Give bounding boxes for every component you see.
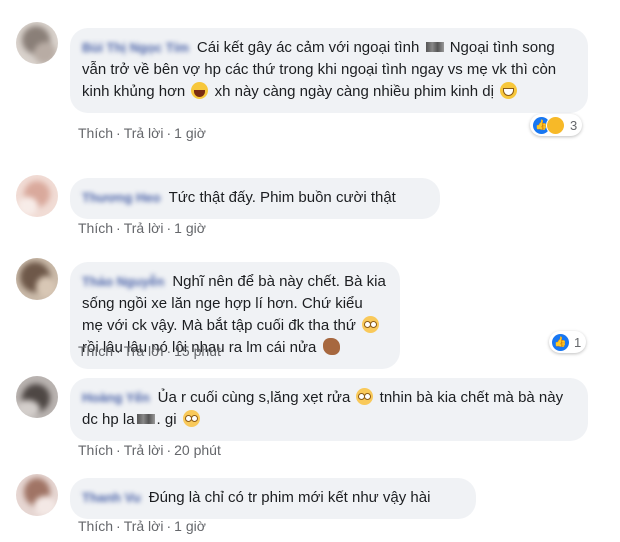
comment-text: Đúng là chỉ có tr phim mới kết như vậy h…	[148, 489, 431, 506]
avatar[interactable]	[16, 22, 58, 64]
reply-link[interactable]: Trả lời	[124, 220, 164, 236]
avatar[interactable]	[16, 258, 58, 300]
commenter-name[interactable]: Hoàng Yến	[82, 387, 150, 409]
commenter-name[interactable]: Bùi Thị Ngọc Tím	[82, 37, 189, 59]
like-link[interactable]: Thích	[78, 125, 113, 141]
comment-bubble: Thương Heo Tức thật đấy. Phim buồn cười t…	[70, 178, 440, 219]
like-link[interactable]: Thích	[78, 518, 113, 534]
reaction-count: 1	[574, 334, 582, 350]
timestamp[interactable]: 1 giờ	[174, 220, 206, 236]
commenter-name[interactable]: Thanh Vu	[82, 487, 141, 509]
monkey-emoji-icon	[322, 338, 340, 355]
timestamp[interactable]: 1 giờ	[174, 518, 206, 534]
comment-text: Tức thật đấy. Phim buồn cười thật	[168, 189, 396, 206]
commenter-name[interactable]: Thảo Nguyễn	[82, 271, 164, 293]
censored-text	[136, 414, 155, 424]
reply-link[interactable]: Trả lời	[124, 343, 164, 359]
like-reaction-icon: 👍	[552, 333, 569, 351]
like-link[interactable]: Thích	[78, 343, 113, 359]
comment-actions: Thích · Trả lời · 1 giờ	[78, 518, 206, 534]
comment-bubble: Hoàng Yến Ủa r cuối cùng s,lăng xẹt rửa t…	[70, 378, 588, 441]
avatar[interactable]	[16, 474, 58, 516]
commenter-name[interactable]: Thương Heo	[82, 187, 161, 209]
flushed-emoji-icon	[362, 316, 380, 333]
haha-reaction-icon	[546, 115, 565, 135]
reaction-summary[interactable]: 👍 1	[549, 331, 587, 353]
flushed-emoji-icon	[356, 388, 374, 405]
comment-actions: Thích · Trả lời · 15 phút	[78, 343, 221, 359]
like-link[interactable]: Thích	[78, 220, 113, 236]
laughing-emoji-icon	[191, 82, 209, 99]
avatar[interactable]	[16, 175, 58, 217]
like-link[interactable]: Thích	[78, 442, 113, 458]
grinning-emoji-icon	[500, 82, 518, 99]
timestamp[interactable]: 20 phút	[174, 442, 221, 458]
comment-bubble: Bùi Thị Ngọc Tím Cái kết gây ác cảm với n…	[70, 28, 588, 113]
reply-link[interactable]: Trả lời	[124, 442, 164, 458]
censored-text	[425, 42, 444, 52]
timestamp[interactable]: 1 giờ	[174, 125, 206, 141]
comment-actions: Thích · Trả lời · 1 giờ	[78, 125, 206, 141]
comment-text: . gi	[156, 411, 177, 428]
comment-text: xh này càng ngày càng nhiều phim kinh dị	[214, 83, 494, 100]
reply-link[interactable]: Trả lời	[124, 518, 164, 534]
reaction-summary[interactable]: 👍 3	[530, 114, 583, 136]
flushed-emoji-icon	[182, 410, 200, 427]
comment-bubble: Thanh Vu Đúng là chỉ có tr phim mới kết n…	[70, 478, 476, 519]
reaction-count: 3	[570, 117, 578, 133]
timestamp[interactable]: 15 phút	[174, 343, 221, 359]
comment-text: Ủa r cuối cùng s,lăng xẹt rửa	[157, 389, 351, 406]
comment-actions: Thích · Trả lời · 20 phút	[78, 442, 221, 458]
reply-link[interactable]: Trả lời	[124, 125, 164, 141]
comment-text: Cái kết gây ác cảm với ngoại tình	[196, 39, 420, 56]
avatar[interactable]	[16, 376, 58, 418]
comment-actions: Thích · Trả lời · 1 giờ	[78, 220, 206, 236]
